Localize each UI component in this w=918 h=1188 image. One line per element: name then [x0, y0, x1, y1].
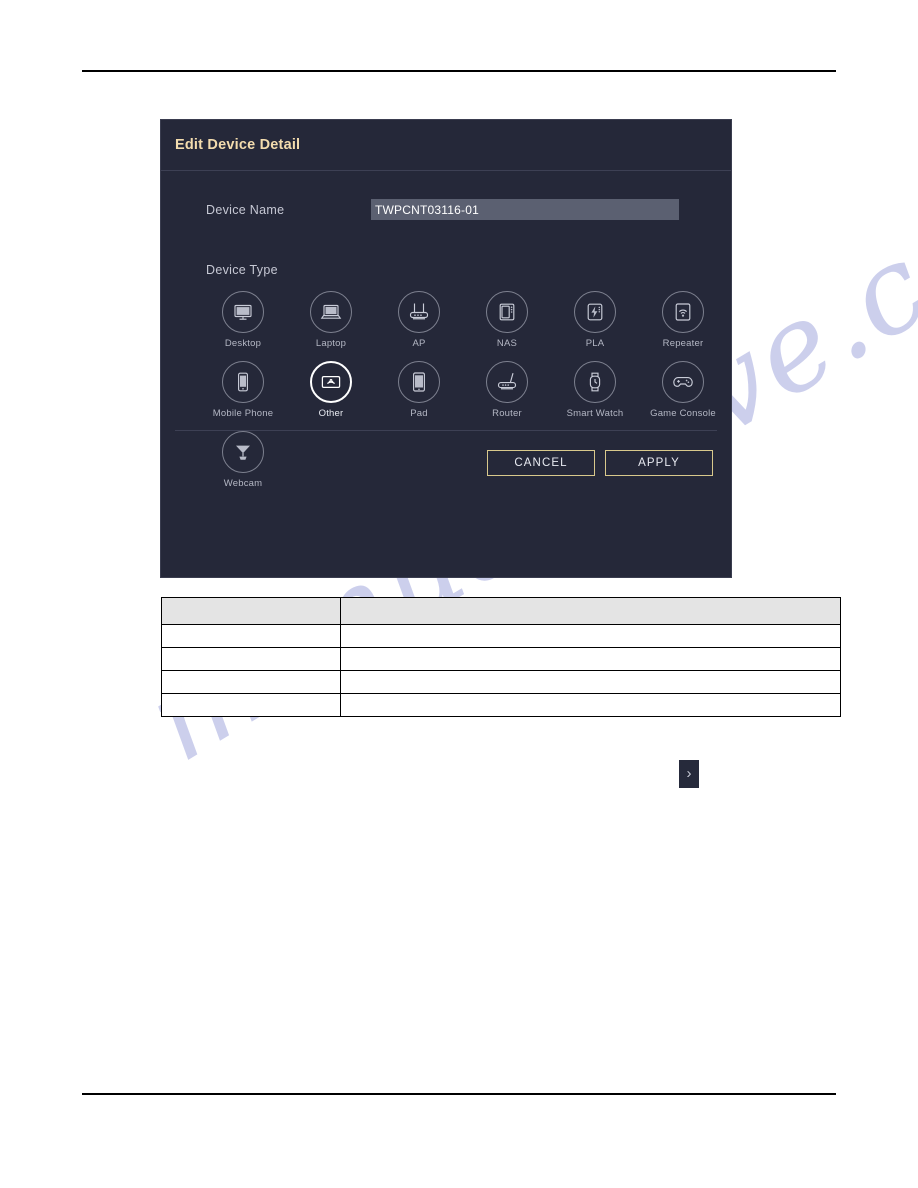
- type-ring-selected: [310, 361, 352, 403]
- other-device-icon: [319, 370, 343, 394]
- device-name-row: Device Name: [161, 199, 731, 220]
- webcam-icon: [231, 440, 255, 464]
- laptop-icon: [319, 300, 343, 324]
- device-type-option-smart-watch[interactable]: Smart Watch: [551, 361, 639, 419]
- repeater-icon: [671, 300, 695, 324]
- table-header-row: [161, 597, 841, 625]
- device-type-option-label: Desktop: [224, 338, 262, 349]
- edit-device-detail-dialog: Edit Device Detail Device Name Device Ty…: [160, 119, 732, 578]
- router-icon: [495, 370, 519, 394]
- type-ring: [222, 361, 264, 403]
- access-point-icon: [407, 300, 431, 324]
- table-row: [161, 624, 841, 648]
- table-cell-label: [161, 647, 341, 671]
- table-cell-description: [340, 670, 841, 694]
- tablet-icon: [407, 370, 431, 394]
- device-type-option-label: Mobile Phone: [212, 408, 274, 419]
- device-type-option-pad[interactable]: Pad: [375, 361, 463, 419]
- device-type-option-ap[interactable]: AP: [375, 291, 463, 349]
- device-type-option-router[interactable]: Router: [463, 361, 551, 419]
- table-header-cell-label: [161, 597, 341, 625]
- table-cell-label: [161, 624, 341, 648]
- description-table: [161, 597, 841, 717]
- device-name-label: Device Name: [206, 202, 285, 217]
- device-type-option-label: NAS: [496, 338, 518, 349]
- device-type-option-label: Router: [492, 408, 522, 419]
- smart-watch-icon: [583, 370, 607, 394]
- type-ring: [574, 361, 616, 403]
- type-ring: [662, 361, 704, 403]
- type-ring: [310, 291, 352, 333]
- table-cell-description: [340, 647, 841, 671]
- device-type-option-repeater[interactable]: Repeater: [639, 291, 727, 349]
- table-cell-description: [340, 693, 841, 717]
- device-type-option-label: AP: [412, 338, 426, 349]
- table-cell-label: [161, 693, 341, 717]
- device-type-option-label: Other: [318, 408, 344, 419]
- type-ring: [574, 291, 616, 333]
- device-type-label: Device Type: [206, 263, 278, 277]
- type-ring: [222, 431, 264, 473]
- desktop-icon: [231, 300, 255, 324]
- powerline-adapter-icon: [583, 300, 607, 324]
- device-type-option-label: Webcam: [223, 478, 263, 489]
- device-type-option-label: PLA: [585, 338, 605, 349]
- table-cell-description: [340, 624, 841, 648]
- dialog-footer: CANCEL APPLY: [487, 450, 713, 476]
- device-type-option-label: Repeater: [662, 338, 704, 349]
- page-footer-rule: [82, 1093, 836, 1095]
- type-ring: [486, 291, 528, 333]
- dialog-title: Edit Device Detail: [175, 137, 301, 153]
- device-type-option-laptop[interactable]: Laptop: [287, 291, 375, 349]
- device-type-option-label: Pad: [410, 408, 428, 419]
- dialog-body: Device Name Device Type Desk: [161, 199, 731, 489]
- table-row: [161, 670, 841, 694]
- device-type-option-mobile-phone[interactable]: Mobile Phone: [199, 361, 287, 419]
- type-ring: [486, 361, 528, 403]
- device-type-option-label: Laptop: [315, 338, 347, 349]
- type-ring: [662, 291, 704, 333]
- table-row: [161, 647, 841, 671]
- footer-divider: [175, 430, 717, 431]
- device-type-option-desktop[interactable]: Desktop: [199, 291, 287, 349]
- mobile-phone-icon: [231, 370, 255, 394]
- device-type-option-nas[interactable]: NAS: [463, 291, 551, 349]
- apply-button[interactable]: APPLY: [605, 450, 713, 476]
- cancel-button[interactable]: CANCEL: [487, 450, 595, 476]
- type-ring: [398, 361, 440, 403]
- game-console-icon: [671, 370, 695, 394]
- page-header-rule: [82, 70, 836, 72]
- type-ring: [222, 291, 264, 333]
- device-type-option-game-console[interactable]: Game Console: [639, 361, 727, 419]
- table-header-cell-description: [340, 597, 841, 625]
- device-type-option-pla[interactable]: PLA: [551, 291, 639, 349]
- dialog-titlebar: Edit Device Detail: [161, 120, 731, 171]
- device-type-option-label: Game Console: [650, 408, 716, 419]
- table-cell-label: [161, 670, 341, 694]
- device-type-option-label: Smart Watch: [566, 408, 624, 419]
- type-ring: [398, 291, 440, 333]
- device-type-option-webcam[interactable]: Webcam: [199, 431, 287, 489]
- chevron-right-icon[interactable]: ›: [679, 760, 699, 788]
- nas-icon: [495, 300, 519, 324]
- device-type-option-other[interactable]: Other: [287, 361, 375, 419]
- table-row: [161, 693, 841, 717]
- device-name-input[interactable]: [371, 199, 679, 220]
